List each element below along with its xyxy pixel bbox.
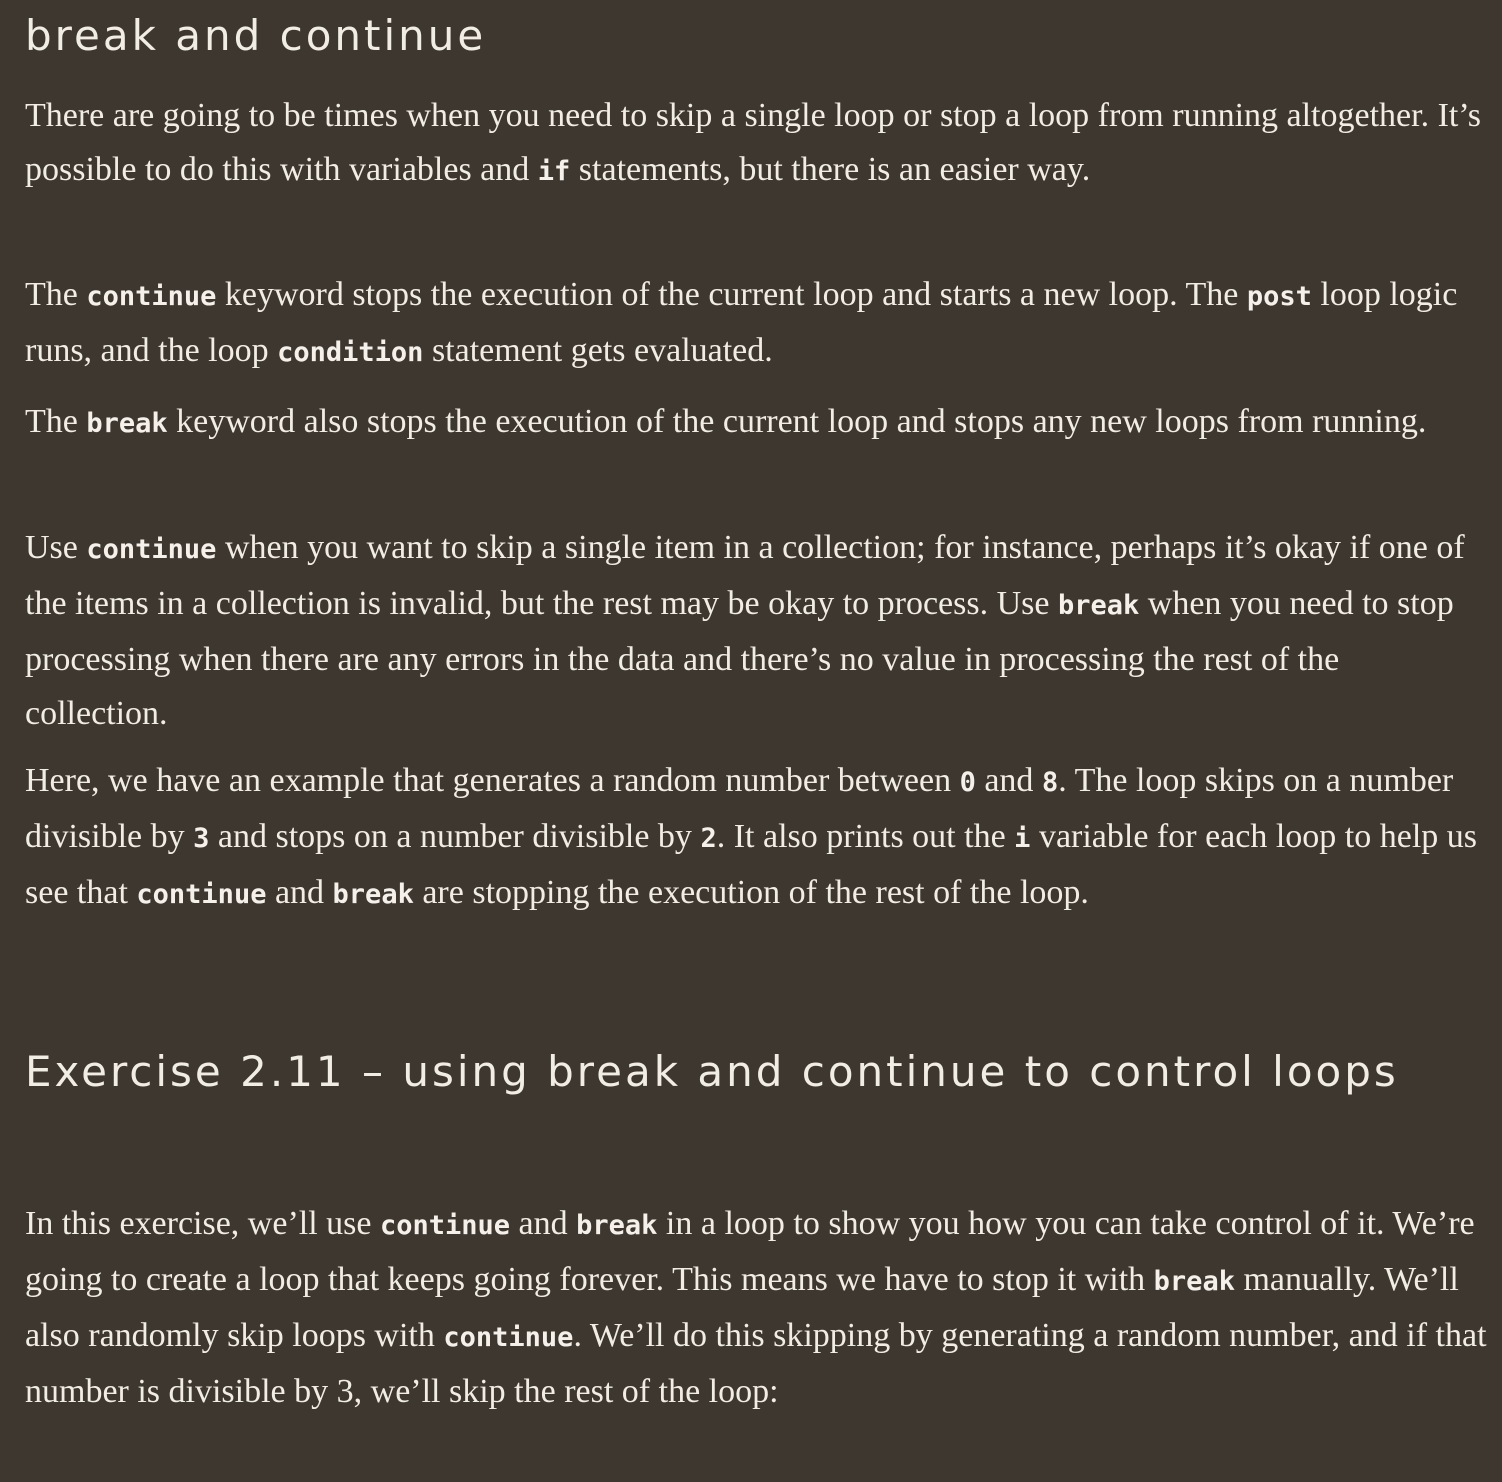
inline-code: continue: [86, 281, 217, 312]
inline-code: 8: [1041, 767, 1059, 798]
continue-paragraph: The continue keyword stops the execution…: [25, 268, 1490, 380]
text-run: are stopping the execution of the rest o…: [413, 874, 1089, 911]
text-run: statements, but there is an easier way.: [570, 151, 1091, 188]
text-run: keyword also stops the execution of the …: [167, 403, 1427, 440]
inline-code: break: [332, 879, 414, 910]
inline-code: continue: [86, 534, 217, 565]
inline-code: continue: [380, 1210, 511, 1241]
text-run: and stops on a number divisible by: [209, 818, 701, 855]
text-run: Use: [25, 529, 87, 566]
text-run: statement gets evaluated.: [423, 332, 773, 369]
text-run: Here, we have an example that generates …: [25, 762, 960, 799]
inline-code: continue: [136, 879, 267, 910]
exercise-heading: Exercise 2.11 – using break and continue…: [25, 1047, 1399, 1096]
inline-code: post: [1246, 281, 1312, 312]
exercise-paragraph: In this exercise, we’ll use continue and…: [25, 1197, 1490, 1419]
section-heading: break and continue: [25, 11, 487, 60]
example-paragraph: Here, we have an example that generates …: [25, 754, 1490, 922]
text-run: In this exercise, we’ll use: [25, 1205, 380, 1242]
text-run: and: [510, 1205, 577, 1242]
break-paragraph: The break keyword also stops the executi…: [25, 395, 1490, 451]
text-run: keyword stops the execution of the curre…: [216, 276, 1247, 313]
text-run: and: [266, 874, 333, 911]
inline-code: break: [1057, 590, 1140, 621]
text-run: The: [25, 403, 87, 440]
inline-code: 2: [700, 823, 717, 854]
inline-code: 0: [959, 767, 976, 798]
inline-code: if: [537, 156, 571, 187]
intro-paragraph: There are going to be times when you nee…: [25, 89, 1490, 199]
inline-code: i: [1014, 823, 1031, 854]
text-run: The: [25, 276, 87, 313]
inline-code: 3: [193, 823, 210, 854]
text-run: . It also prints out the: [716, 818, 1015, 855]
inline-code: break: [86, 408, 168, 439]
inline-code: continue: [443, 1322, 574, 1353]
usage-paragraph: Use continue when you want to skip a sin…: [25, 521, 1490, 741]
inline-code: break: [576, 1210, 658, 1241]
inline-code: break: [1153, 1266, 1235, 1297]
text-run: and: [975, 762, 1042, 799]
inline-code: condition: [277, 337, 424, 368]
